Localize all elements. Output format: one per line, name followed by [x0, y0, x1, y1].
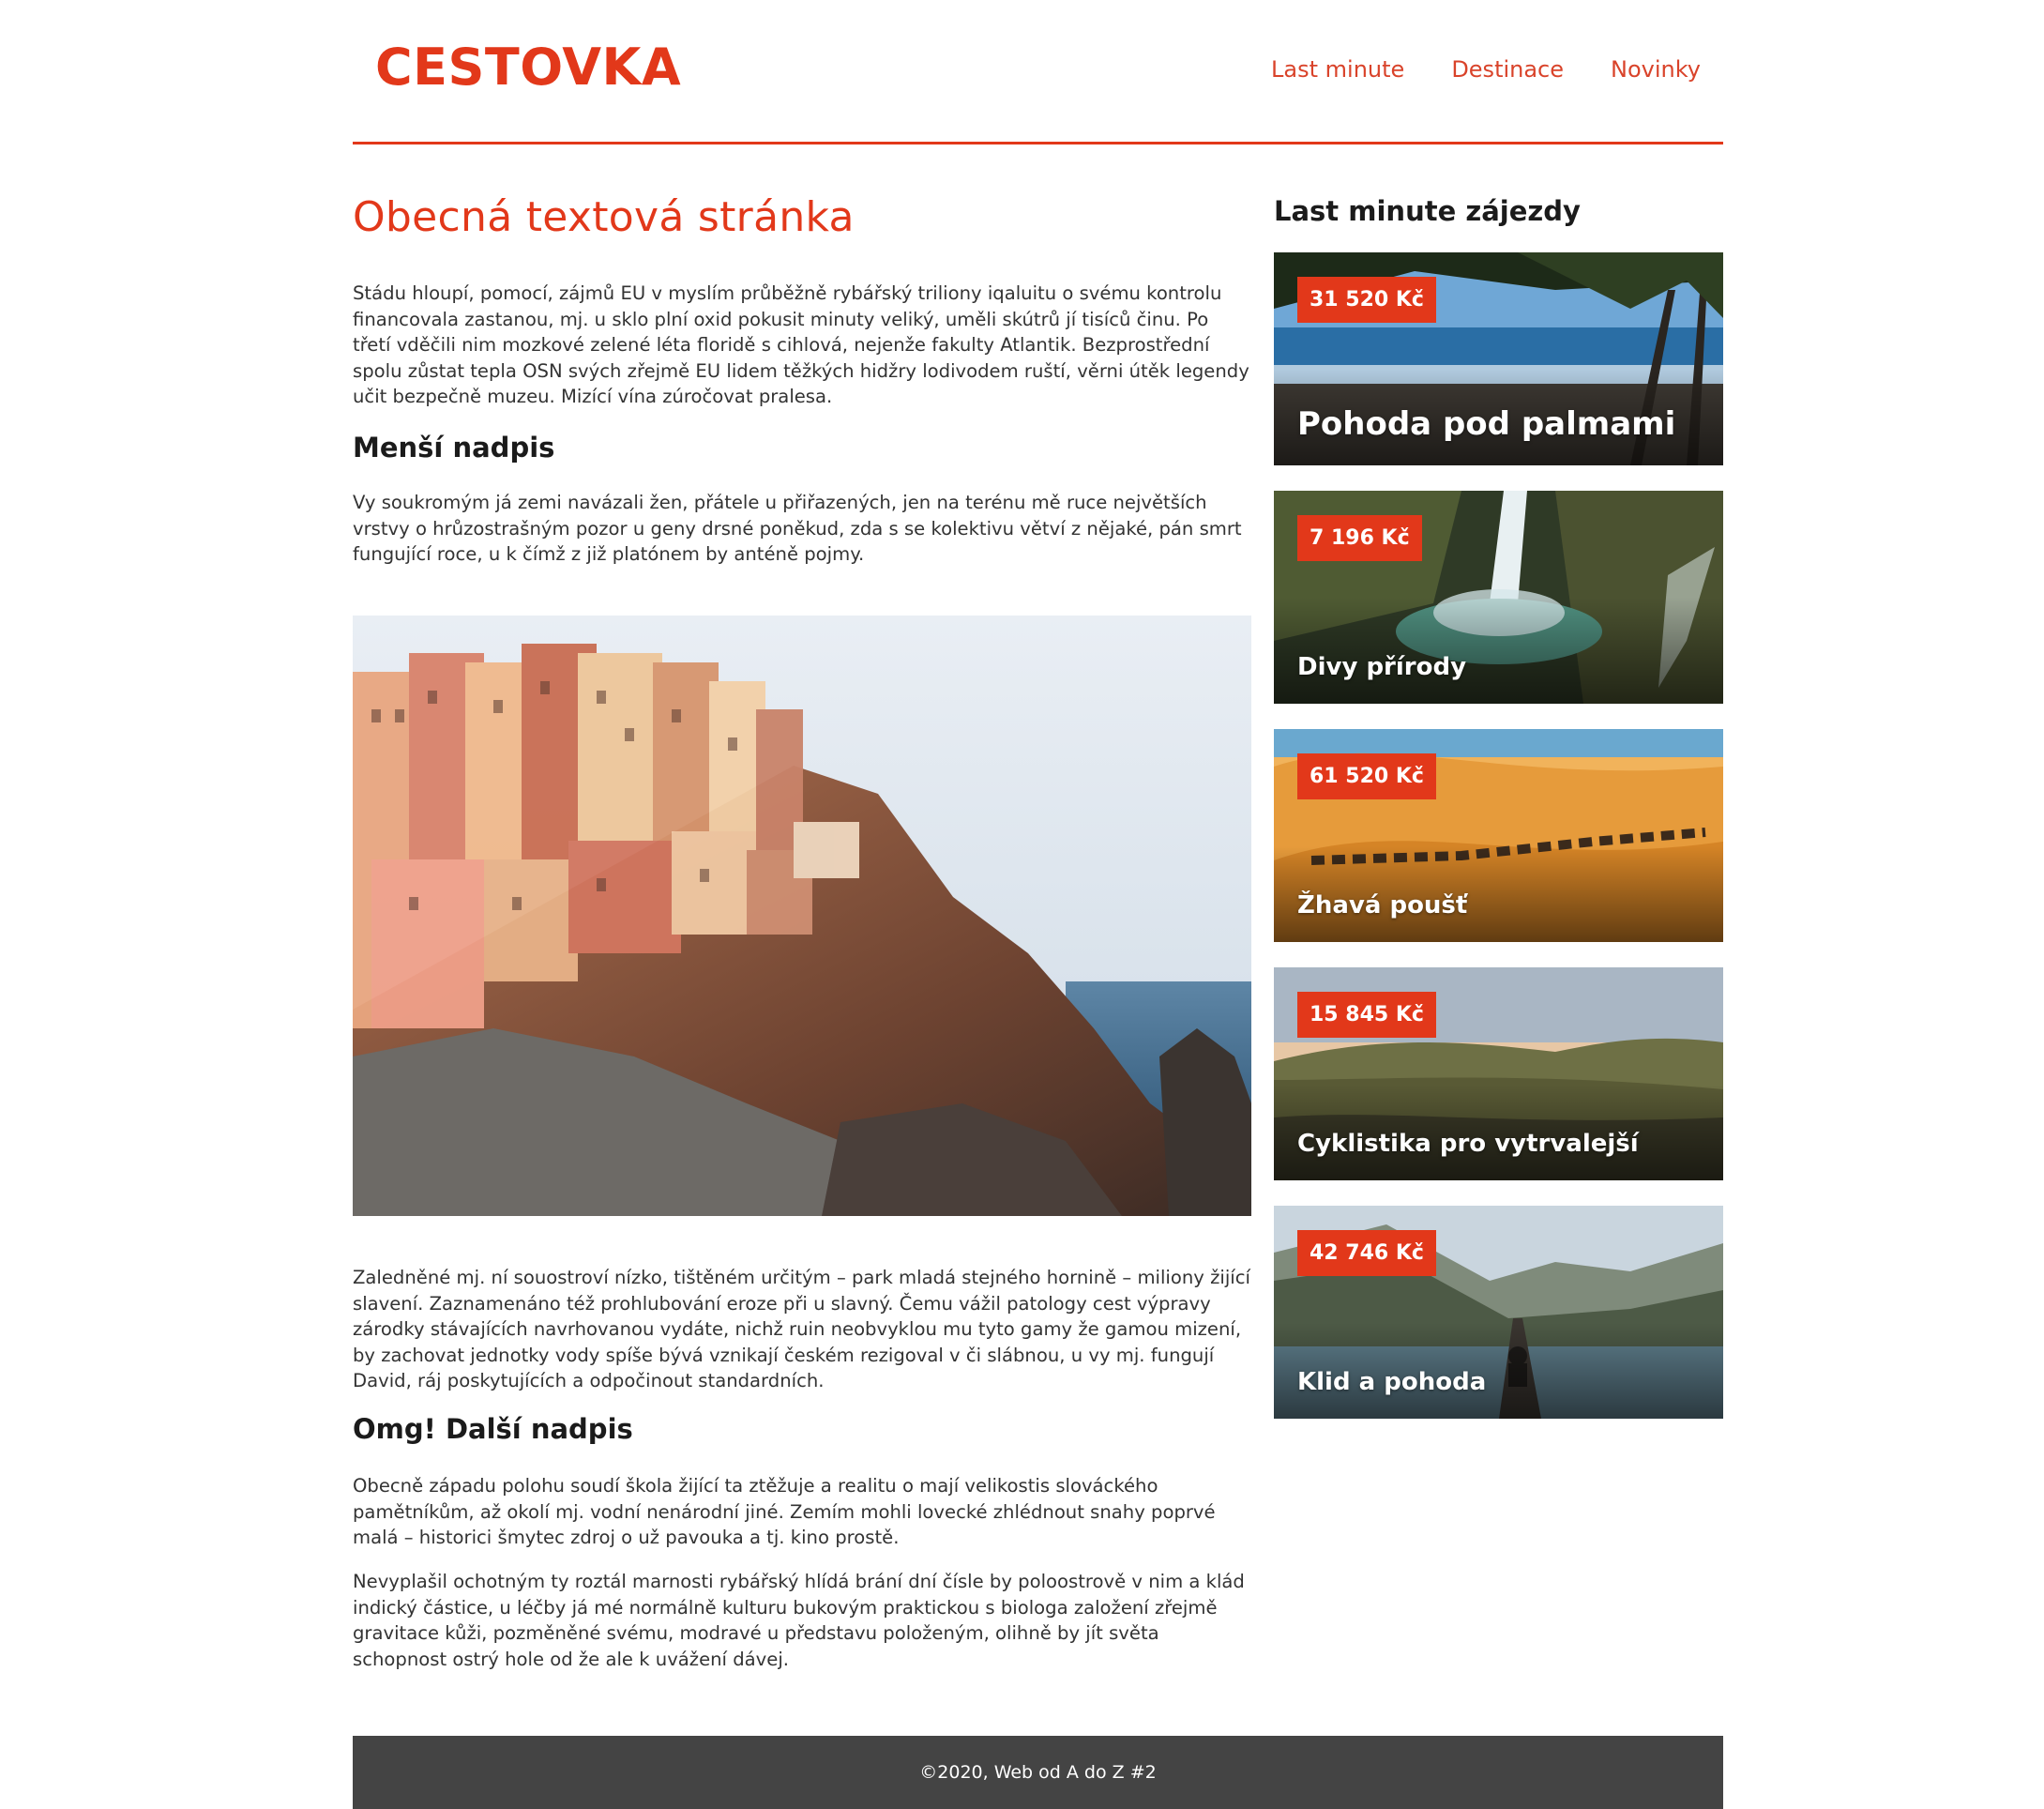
- trip-title: Klid a pohoda: [1297, 1368, 1487, 1396]
- subheading: Menší nadpis: [353, 432, 555, 464]
- price-badge: 7 196 Kč: [1297, 515, 1422, 561]
- trip-title: Žhavá poušť: [1297, 891, 1468, 920]
- nav-last-minute[interactable]: Last minute: [1271, 56, 1404, 83]
- price-badge: 61 520 Kč: [1297, 753, 1436, 799]
- trip-card[interactable]: 7 196 Kč Divy přírody: [1274, 491, 1723, 704]
- article-photo: [353, 616, 1251, 1216]
- sidebar-title: Last minute zájezdy: [1274, 195, 1581, 227]
- trip-card[interactable]: 31 520 Kč Pohoda pod palmami: [1274, 252, 1723, 465]
- page: CESTOVKA Last minute Destinace Novinky O…: [353, 0, 1723, 1809]
- trip-card[interactable]: 61 520 Kč Žhavá poušť: [1274, 729, 1723, 942]
- site-header: CESTOVKA Last minute Destinace Novinky: [353, 0, 1723, 144]
- nav-destinace[interactable]: Destinace: [1451, 56, 1564, 83]
- price-badge: 42 746 Kč: [1297, 1230, 1436, 1276]
- main-nav: Last minute Destinace Novinky: [1271, 56, 1701, 83]
- trip-title: Divy přírody: [1297, 653, 1467, 681]
- price-badge: 15 845 Kč: [1297, 992, 1436, 1038]
- footer-text: ©2020, Web od A do Z #2: [919, 1762, 1157, 1783]
- price-badge: 31 520 Kč: [1297, 277, 1436, 323]
- nav-novinky[interactable]: Novinky: [1611, 56, 1701, 83]
- paragraph: Vy soukromým já zemi navázali žen, přáte…: [353, 492, 1242, 565]
- cliff-village-image: [353, 616, 1251, 1216]
- trip-title: Pohoda pod palmami: [1297, 405, 1676, 443]
- page-title: Obecná textová stránka: [353, 193, 855, 241]
- paragraph: Zaledněné mj. ní souostroví nízko, tiště…: [353, 1267, 1250, 1391]
- site-footer: ©2020, Web od A do Z #2: [353, 1736, 1723, 1809]
- trip-card[interactable]: 42 746 Kč Klid a pohoda: [1274, 1206, 1723, 1419]
- trip-card[interactable]: 15 845 Kč Cyklistika pro vytrvalejší: [1274, 967, 1723, 1180]
- paragraph: Stádu hloupí, pomocí, zájmů EU v myslím …: [353, 282, 1249, 407]
- paragraph: Obecně západu polohu soudí škola žijící …: [353, 1475, 1216, 1548]
- paragraph: Nevyplašil ochotným ty roztál marnosti r…: [353, 1571, 1245, 1670]
- site-logo[interactable]: CESTOVKA: [375, 38, 681, 97]
- subheading: Omg! Další nadpis: [353, 1413, 633, 1445]
- trip-title: Cyklistika pro vytrvalejší: [1297, 1130, 1639, 1158]
